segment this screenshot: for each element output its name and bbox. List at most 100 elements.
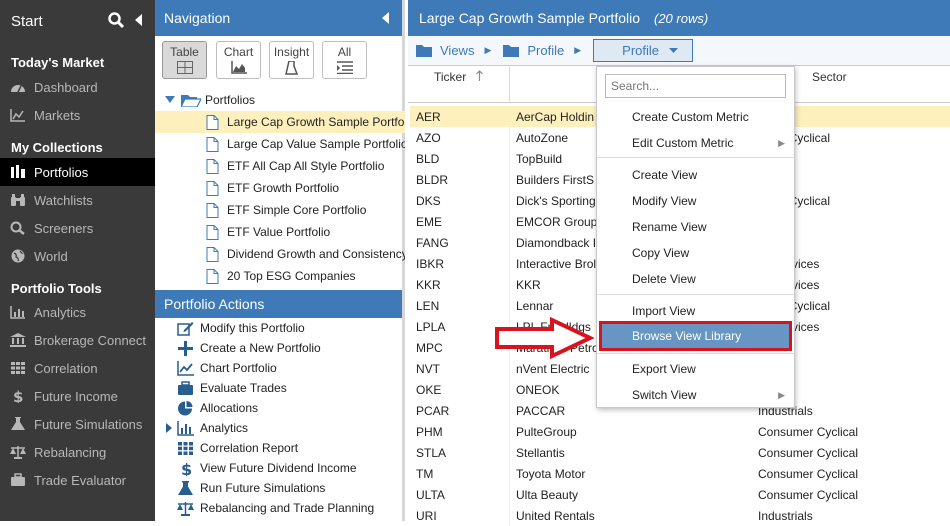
action-chart-portfolio[interactable]: Chart Portfolio (155, 358, 405, 378)
tree-item-portfolio[interactable]: ETF All Cap All Style Portfolio (155, 155, 405, 177)
action-label: Correlation Report (200, 441, 299, 455)
table-icon (176, 61, 193, 74)
sidebar-item-future-income[interactable]: $ Future Income (0, 382, 155, 410)
dollar-icon: $ (181, 461, 192, 476)
ticker-cell: OKE (410, 379, 510, 400)
tree-item-portfolio[interactable]: Large Cap Value Sample Portfolio (155, 133, 405, 155)
document-icon (206, 158, 219, 174)
menu-item-delete-view[interactable]: Delete View (597, 266, 794, 292)
menu-item-edit-custom-metric[interactable]: Edit Custom Metric ▶ (597, 130, 794, 156)
ticker-cell: AZO (410, 127, 510, 148)
action-analytics[interactable]: Analytics (155, 418, 405, 438)
tree-item-portfolio[interactable]: ETF Growth Portfolio (155, 177, 405, 199)
sidebar-item-watchlists[interactable]: Watchlists (0, 186, 155, 214)
scale-icon (177, 501, 194, 516)
sidebar-item-label: Correlation (34, 360, 98, 376)
menu-item-switch-view[interactable]: Switch View ▶ (597, 382, 794, 408)
submenu-arrow-icon: ▶ (778, 389, 785, 400)
sector-cell: Industrials (758, 508, 813, 523)
menu-item-rename-view[interactable]: Rename View (597, 214, 794, 240)
action-future-simulations[interactable]: Run Future Simulations (155, 478, 405, 498)
tree-item-portfolio[interactable]: ETF Value Portfolio (155, 221, 405, 243)
ticker-cell: NVT (410, 358, 510, 379)
action-allocations[interactable]: Allocations (155, 398, 405, 418)
menu-item-modify-view[interactable]: Modify View (597, 188, 794, 214)
expand-down-icon[interactable] (165, 96, 175, 104)
sidebar-item-portfolios[interactable]: Portfolios (0, 158, 155, 186)
ticker-cell: AER (410, 106, 510, 127)
table-row[interactable]: PHM PulteGroup Consumer Cyclical (410, 421, 950, 442)
tree-item-label: Large Cap Value Sample Portfolio (227, 137, 405, 151)
collapse-navigation-icon[interactable] (382, 12, 390, 24)
my-collections-heading: My Collections (11, 140, 103, 155)
menu-item-export-view[interactable]: Export View (597, 356, 794, 382)
sidebar-item-brokerage-connect[interactable]: Brokerage Connect (0, 326, 155, 354)
sidebar-item-markets[interactable]: Markets (0, 101, 155, 129)
sidebar-item-dashboard[interactable]: Dashboard (0, 73, 155, 101)
tab-table-label: Table (170, 45, 199, 59)
ticker-cell: ULTA (410, 484, 510, 505)
breadcrumb-views[interactable]: Views ▶ (416, 43, 491, 58)
column-header-ticker[interactable]: Ticker (408, 66, 510, 102)
action-label: Allocations (200, 401, 259, 415)
sidebar-item-rebalancing[interactable]: Rebalancing (0, 438, 155, 466)
breadcrumb-profile[interactable]: Profile ▶ (503, 43, 581, 58)
tab-chart[interactable]: Chart (216, 41, 261, 79)
tree-item-portfolio[interactable]: 20 Top ESG Companies (155, 265, 405, 287)
tree-item-portfolio[interactable]: Dividend Growth and Consistency (155, 243, 405, 265)
column-header-label: Ticker (434, 70, 467, 84)
table-row[interactable]: TM Toyota Motor Consumer Cyclical (410, 463, 950, 484)
document-icon (206, 202, 219, 218)
menu-item-label: Create View (632, 168, 698, 182)
action-label: Evaluate Trades (200, 381, 287, 395)
menu-divider (597, 353, 794, 354)
tab-insight[interactable]: Insight (269, 41, 314, 79)
sidebar-item-world[interactable]: World (0, 242, 155, 270)
tree-folder-portfolios[interactable]: Portfolios (155, 89, 405, 111)
action-create-portfolio[interactable]: Create a New Portfolio (155, 338, 405, 358)
table-row[interactable]: URI United Rentals Industrials (410, 505, 950, 526)
ticker-cell: PHM (410, 421, 510, 442)
action-label: Chart Portfolio (200, 361, 277, 375)
menu-item-create-view[interactable]: Create View (597, 162, 794, 188)
search-icon[interactable] (108, 12, 124, 28)
ticker-cell: KKR (410, 274, 510, 295)
sidebar-item-trade-evaluator[interactable]: Trade Evaluator (0, 466, 155, 494)
tree-item-portfolio[interactable]: Large Cap Growth Sample Portfolio (155, 111, 405, 133)
menu-item-label: Export View (632, 362, 696, 376)
tab-all[interactable]: All (322, 41, 367, 79)
action-rebalancing[interactable]: Rebalancing and Trade Planning (155, 498, 405, 518)
profile-dropdown[interactable]: Profile (593, 39, 694, 62)
tab-table[interactable]: Table (162, 41, 207, 79)
menu-item-label: Modify View (632, 194, 697, 208)
menu-item-browse-view-library[interactable]: Browse View Library (599, 321, 792, 351)
sidebar-item-screeners[interactable]: Screeners (0, 214, 155, 242)
action-future-dividend-income[interactable]: $ View Future Dividend Income (155, 458, 405, 478)
start-header[interactable]: Start (0, 0, 155, 42)
collapse-left-icon[interactable] (134, 14, 144, 26)
portfolio-tree: Portfolios Large Cap Growth Sample Portf… (155, 89, 405, 287)
action-label: Modify this Portfolio (200, 321, 305, 335)
table-row[interactable]: ULTA Ulta Beauty Consumer Cyclical (410, 484, 950, 505)
tab-all-label: All (337, 45, 352, 59)
action-label: Create a New Portfolio (200, 341, 321, 355)
table-row[interactable]: STLA Stellantis Consumer Cyclical (410, 442, 950, 463)
menu-item-create-custom-metric[interactable]: Create Custom Metric (597, 104, 794, 130)
sidebar-item-correlation[interactable]: Correlation (0, 354, 155, 382)
action-modify-portfolio[interactable]: Modify this Portfolio (155, 318, 405, 338)
menu-search-input[interactable]: Search... (605, 74, 786, 98)
menu-item-copy-view[interactable]: Copy View (597, 240, 794, 266)
menu-item-label: Edit Custom Metric (632, 136, 734, 150)
sidebar-item-future-simulations[interactable]: Future Simulations (0, 410, 155, 438)
sidebar-item-label: Analytics (34, 304, 87, 320)
tree-item-label: 20 Top ESG Companies (227, 269, 356, 283)
tree-item-portfolio[interactable]: ETF Simple Core Portfolio (155, 199, 405, 221)
expand-right-icon[interactable] (166, 423, 172, 433)
action-evaluate-trades[interactable]: Evaluate Trades (155, 378, 405, 398)
sidebar-item-analytics[interactable]: Analytics (0, 298, 155, 326)
ticker-cell: FANG (410, 232, 510, 253)
action-correlation-report[interactable]: Correlation Report (155, 438, 405, 458)
grid-icon (11, 362, 25, 374)
menu-item-label: Switch View (632, 388, 697, 402)
line-chart-icon (177, 360, 194, 376)
